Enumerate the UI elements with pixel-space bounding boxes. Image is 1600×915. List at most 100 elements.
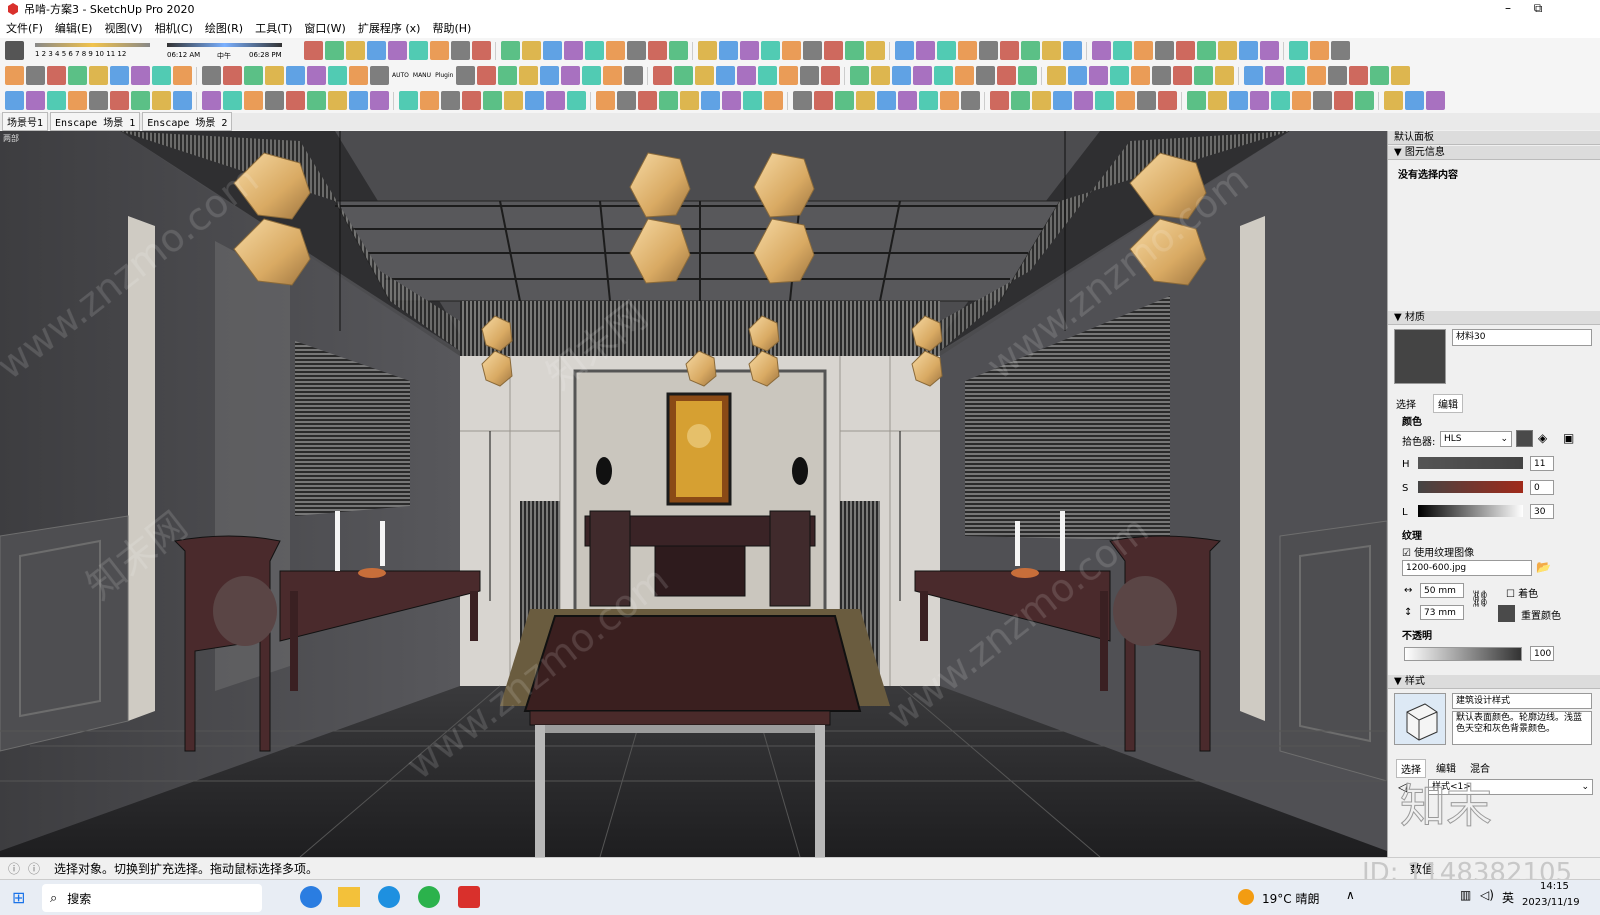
toolbar-tool-icon[interactable] <box>501 41 520 60</box>
toolbar-tool-icon[interactable] <box>1063 41 1082 60</box>
toolbar-tool-icon[interactable] <box>1244 66 1264 85</box>
toolbar-tool-icon[interactable] <box>89 91 108 110</box>
toolbar-tool-icon[interactable] <box>1271 91 1290 110</box>
taskbar-search[interactable]: ⌕ 搜索 <box>42 884 262 912</box>
toolbar-tool-icon[interactable] <box>895 41 914 60</box>
toolbar-tool-icon[interactable] <box>1292 91 1311 110</box>
menu-help[interactable]: 帮助(H) <box>426 20 477 36</box>
volume-icon[interactable]: ◁) <box>1480 888 1494 902</box>
toolbar-tool-icon[interactable] <box>47 91 66 110</box>
toolbar-tool-icon[interactable] <box>522 41 541 60</box>
toolbar-tool-icon[interactable] <box>456 66 476 85</box>
toolbar-tool-icon[interactable] <box>498 66 518 85</box>
toolbar-tool-icon[interactable] <box>898 91 917 110</box>
toolbar-tool-icon[interactable] <box>131 91 150 110</box>
toolbar-tool-icon[interactable] <box>1355 91 1374 110</box>
style-name-field[interactable]: 建筑设计样式 <box>1452 693 1592 709</box>
toolbar-tool-icon[interactable] <box>409 41 428 60</box>
toolbar-tool-icon[interactable] <box>472 41 491 60</box>
toolbar-tool-icon[interactable] <box>1260 41 1279 60</box>
toolbar-tool-icon[interactable] <box>1187 91 1206 110</box>
toolbar-tool-icon[interactable] <box>695 66 715 85</box>
tab-enscape-scene-2[interactable]: Enscape 场景 2 <box>142 112 233 131</box>
ie-browser-icon[interactable] <box>378 886 400 908</box>
toolbar-tool-icon[interactable] <box>325 41 344 60</box>
style-description[interactable]: 默认表面颜色。轮廓边线。浅蓝色天空和灰色背景颜色。 <box>1452 711 1592 745</box>
toolbar-tool-icon[interactable] <box>698 41 717 60</box>
menu-camera[interactable]: 相机(C) <box>149 20 199 36</box>
sketchup-taskbar-icon[interactable] <box>458 886 480 908</box>
toolbar-tool-icon[interactable] <box>244 91 263 110</box>
toolbar-tool-icon[interactable] <box>223 66 242 85</box>
match-color-icon[interactable]: ◈ <box>1538 431 1547 445</box>
s-slider[interactable] <box>1418 481 1523 493</box>
clock-date[interactable]: 2023/11/19 <box>1522 897 1580 908</box>
toolbar-tool-icon[interactable] <box>286 66 305 85</box>
toolbar-tool-icon[interactable] <box>430 41 449 60</box>
toolbar-tool-icon[interactable] <box>701 91 720 110</box>
toolbar-tool-icon[interactable] <box>47 66 66 85</box>
info-icon[interactable]: ⓘ <box>28 860 40 877</box>
toolbar-tool-icon[interactable] <box>1137 91 1156 110</box>
maximize-button[interactable]: ⧉ <box>1518 0 1558 18</box>
toolbar-tool-icon[interactable] <box>1208 91 1227 110</box>
toolbar-tool-icon[interactable] <box>603 66 623 85</box>
toolbar-tool-icon[interactable] <box>1331 41 1350 60</box>
menu-edit[interactable]: 编辑(E) <box>49 20 99 36</box>
toolbar-tool-icon[interactable] <box>543 41 562 60</box>
toolbar-tool-icon[interactable] <box>1307 66 1327 85</box>
toolbar-tool-icon[interactable] <box>110 91 129 110</box>
s-value[interactable]: 0 <box>1530 480 1554 495</box>
color-swatch[interactable] <box>1516 430 1533 447</box>
toolbar-tool-icon[interactable] <box>1116 91 1135 110</box>
toolbar-tool-icon[interactable] <box>680 91 699 110</box>
toolbar-tool-icon[interactable] <box>892 66 912 85</box>
toolbar-tool-icon[interactable] <box>265 66 284 85</box>
toolbar-tool-icon[interactable] <box>477 66 497 85</box>
shadow-month-slider[interactable]: 1 2 3 4 5 6 7 8 9 10 11 12 <box>35 40 155 62</box>
tab-material-edit[interactable]: 编辑 <box>1433 394 1463 413</box>
h-slider[interactable] <box>1418 457 1523 469</box>
toolbar-tool-icon[interactable] <box>638 91 657 110</box>
toolbar-tool-icon[interactable] <box>866 41 885 60</box>
h-value[interactable]: 11 <box>1530 456 1554 471</box>
toolbar-tool-icon[interactable] <box>1155 41 1174 60</box>
toolbar-tool-icon[interactable] <box>5 66 24 85</box>
toolbar-tool-icon[interactable] <box>1250 91 1269 110</box>
toolbar-tool-icon[interactable] <box>669 41 688 60</box>
toolbar-tool-icon[interactable] <box>793 91 812 110</box>
toolbar-tool-icon[interactable] <box>835 91 854 110</box>
toolbar-tool-icon[interactable] <box>244 66 263 85</box>
tray-chevron-icon[interactable]: ∧ <box>1346 888 1355 902</box>
menu-file[interactable]: 文件(F) <box>0 20 49 36</box>
toolbar-tool-icon[interactable] <box>1113 41 1132 60</box>
toolbar-tool-icon[interactable] <box>934 66 954 85</box>
toolbar-tool-icon[interactable] <box>519 66 539 85</box>
toolbar-tool-icon[interactable] <box>1286 66 1306 85</box>
toolbar-tool-icon[interactable] <box>743 91 762 110</box>
match-screen-icon[interactable]: ▣ <box>1563 431 1574 445</box>
tab-enscape-scene-1[interactable]: Enscape 场景 1 <box>50 112 141 131</box>
toolbar-tool-icon[interactable] <box>856 91 875 110</box>
menu-tools[interactable]: 工具(T) <box>249 20 298 36</box>
l-value[interactable]: 30 <box>1530 504 1554 519</box>
toolbar-tool-icon[interactable] <box>202 66 221 85</box>
toolbar-tool-icon[interactable] <box>564 41 583 60</box>
toolbar-tool-icon[interactable] <box>307 66 326 85</box>
toolbar-tool-icon[interactable] <box>1215 66 1235 85</box>
materials-header[interactable]: ▼ 材质 <box>1388 311 1600 325</box>
toolbar-tool-icon[interactable] <box>173 91 192 110</box>
clock-time[interactable]: 14:15 <box>1540 881 1569 892</box>
reset-color-swatch[interactable] <box>1498 605 1515 622</box>
opacity-value[interactable]: 100 <box>1530 646 1554 661</box>
menu-window[interactable]: 窗口(W) <box>298 20 351 36</box>
texture-height-field[interactable]: 73 mm <box>1420 605 1464 620</box>
colorize-checkbox[interactable]: ☐ 着色 <box>1506 585 1538 600</box>
opacity-slider[interactable] <box>1404 647 1522 661</box>
toolbar-tool-icon[interactable] <box>349 91 368 110</box>
toolbar-tool-icon[interactable] <box>1047 66 1067 85</box>
toolbar-tool-icon[interactable] <box>483 91 502 110</box>
toolbar-tool-icon[interactable] <box>845 41 864 60</box>
toolbar-tool-icon[interactable] <box>349 66 368 85</box>
toolbar-tool-icon[interactable] <box>68 91 87 110</box>
